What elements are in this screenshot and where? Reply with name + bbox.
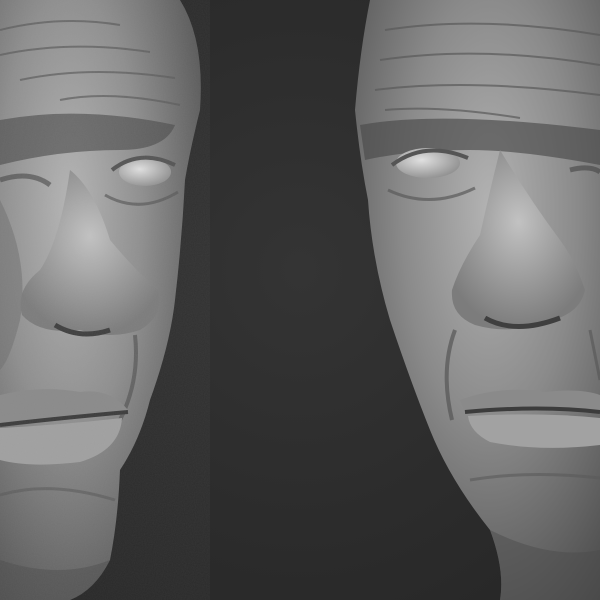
sculpted-head-right	[355, 0, 600, 600]
sculpted-head-left	[0, 0, 210, 600]
scene-render	[0, 0, 600, 600]
viewport-canvas	[0, 0, 600, 600]
